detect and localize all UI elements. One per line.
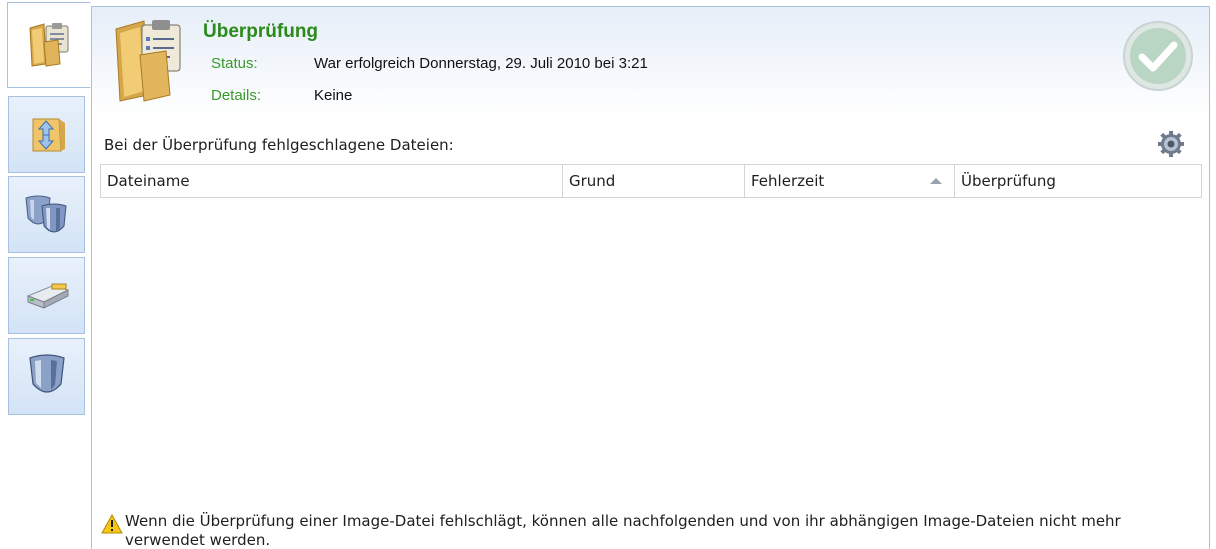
tab-protection[interactable] xyxy=(8,338,85,415)
drive-icon xyxy=(26,283,69,309)
warning-message: Wenn die Überprüfung einer Image-Datei f… xyxy=(125,512,1121,549)
details-label: Details: xyxy=(211,87,262,104)
main-panel: Überprüfung Status: War erfolgreich Donn… xyxy=(91,6,1210,549)
warning-icon xyxy=(101,514,123,534)
tab-verification[interactable] xyxy=(7,2,91,88)
tab-transfer[interactable] xyxy=(8,96,85,173)
summary-header: Überprüfung Status: War erfolgreich Donn… xyxy=(92,7,1209,117)
page-title: Überprüfung xyxy=(203,21,319,42)
gear-icon[interactable] xyxy=(1158,131,1184,157)
details-value: Keine xyxy=(314,87,353,104)
app-window: Überprüfung Status: War erfolgreich Donn… xyxy=(0,0,1216,549)
status-value: War erfolgreich Donnerstag, 29. Juli 201… xyxy=(314,55,648,72)
sort-ascending-icon xyxy=(930,178,942,184)
sidebar-tabs xyxy=(0,0,92,549)
success-check-icon xyxy=(1123,21,1193,91)
table-header: Dateiname Grund Fehlerzeit Überprüfung xyxy=(100,164,1202,198)
failed-files-heading: Bei der Überprüfung fehlgeschlagene Date… xyxy=(104,136,454,154)
column-header-ueberpruefung[interactable]: Überprüfung xyxy=(955,165,1201,197)
folder-clipboard-icon xyxy=(115,20,181,102)
column-header-dateiname[interactable]: Dateiname xyxy=(101,165,563,197)
double-shield-icon xyxy=(24,195,67,232)
folder-arrows-icon xyxy=(32,118,65,151)
shield-icon xyxy=(28,353,65,393)
tab-protection-shields[interactable] xyxy=(8,176,85,253)
tab-drive[interactable] xyxy=(8,257,85,334)
failed-files-table: Dateiname Grund Fehlerzeit Überprüfung xyxy=(100,164,1202,200)
column-header-grund[interactable]: Grund xyxy=(563,165,745,197)
column-header-fehlerzeit-label: Fehlerzeit xyxy=(751,172,825,190)
column-header-fehlerzeit[interactable]: Fehlerzeit xyxy=(745,165,955,197)
folder-clipboard-icon xyxy=(29,23,69,67)
status-label: Status: xyxy=(211,55,258,72)
